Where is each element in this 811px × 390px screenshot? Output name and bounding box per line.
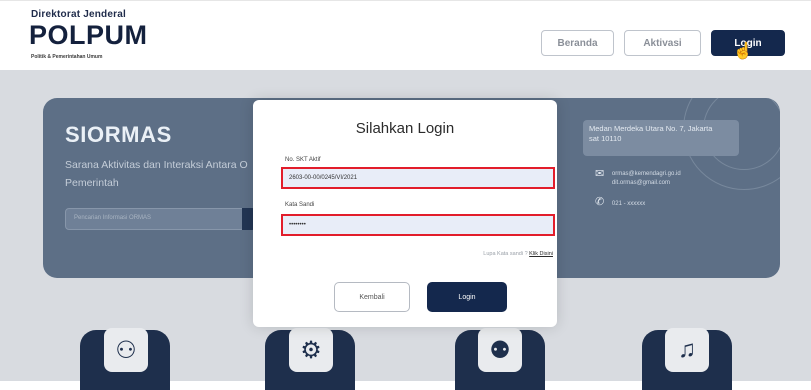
back-button[interactable]: Kembali xyxy=(334,282,410,312)
skt-label: No. SKT Aktif xyxy=(285,157,321,163)
mail-icon: ✉ xyxy=(595,168,605,180)
skt-number-field[interactable]: 2603-00-00/0245/VI/2021 xyxy=(281,167,555,189)
hand-coin-icon: ⚇ xyxy=(104,328,148,372)
forgot-password-link[interactable]: Klik Disini xyxy=(529,251,553,257)
nav-aktivasi-button[interactable]: Aktivasi xyxy=(624,30,701,56)
hero-subtitle-line: Pemerintah xyxy=(65,177,119,189)
email-contact: ✉ ormas@kemendagri.go.id dit.ormas@gmail… xyxy=(595,168,681,188)
hero-subtitle-line: Sarana Aktivitas dan Interaksi Antara O xyxy=(65,159,248,171)
phone-number: 021 - xxxxxx xyxy=(611,201,646,207)
polpum-logo[interactable]: POLPUM xyxy=(29,20,148,51)
forgot-password: Lupa Kata sandi ? Klik Disini xyxy=(483,251,553,257)
cursor-hand-icon: ☝ xyxy=(733,43,753,60)
nav-beranda-button[interactable]: Beranda xyxy=(541,30,614,56)
password-field[interactable]: •••••••• xyxy=(281,214,555,236)
modal-title: Silahkan Login xyxy=(355,120,455,137)
forgot-password-text: Lupa Kata sandi ? xyxy=(483,251,528,257)
org-line: Direktorat Jenderal xyxy=(31,9,126,20)
hand-gear-icon: ⚙ xyxy=(289,328,333,372)
phone-contact: ✆ 021 - xxxxxx xyxy=(595,196,646,209)
address-line: Medan Merdeka Utara No. 7, Jakarta xyxy=(589,124,713,133)
people-meeting-icon: ⚉ xyxy=(478,328,522,372)
login-modal: Silahkan Login No. SKT Aktif 2603-00-00/… xyxy=(253,100,557,327)
phone-icon: ✆ xyxy=(595,196,605,208)
site-header: Direktorat Jenderal POLPUM Politik & Pem… xyxy=(0,0,811,71)
hands-bell-icon: ♫ xyxy=(665,328,709,372)
address-box: Medan Merdeka Utara No. 7, Jakarta sat 1… xyxy=(583,120,739,156)
ormas-search-input[interactable]: Pencarian Informasi ORMAS xyxy=(65,208,245,230)
login-button[interactable]: Login xyxy=(427,282,507,312)
email-address: ormas@kemendagri.go.id xyxy=(611,171,681,177)
password-label: Kata Sandi xyxy=(285,202,315,208)
hero-subtitle: Sarana Aktivitas dan Interaksi Antara O … xyxy=(65,156,265,192)
hero-title: SIORMAS xyxy=(65,122,172,147)
email-address: dit.ormas@gmail.com xyxy=(611,180,670,186)
org-subtitle: Politik & Pemerintahan Umum xyxy=(31,54,103,60)
address-line: sat 10110 xyxy=(589,134,622,143)
